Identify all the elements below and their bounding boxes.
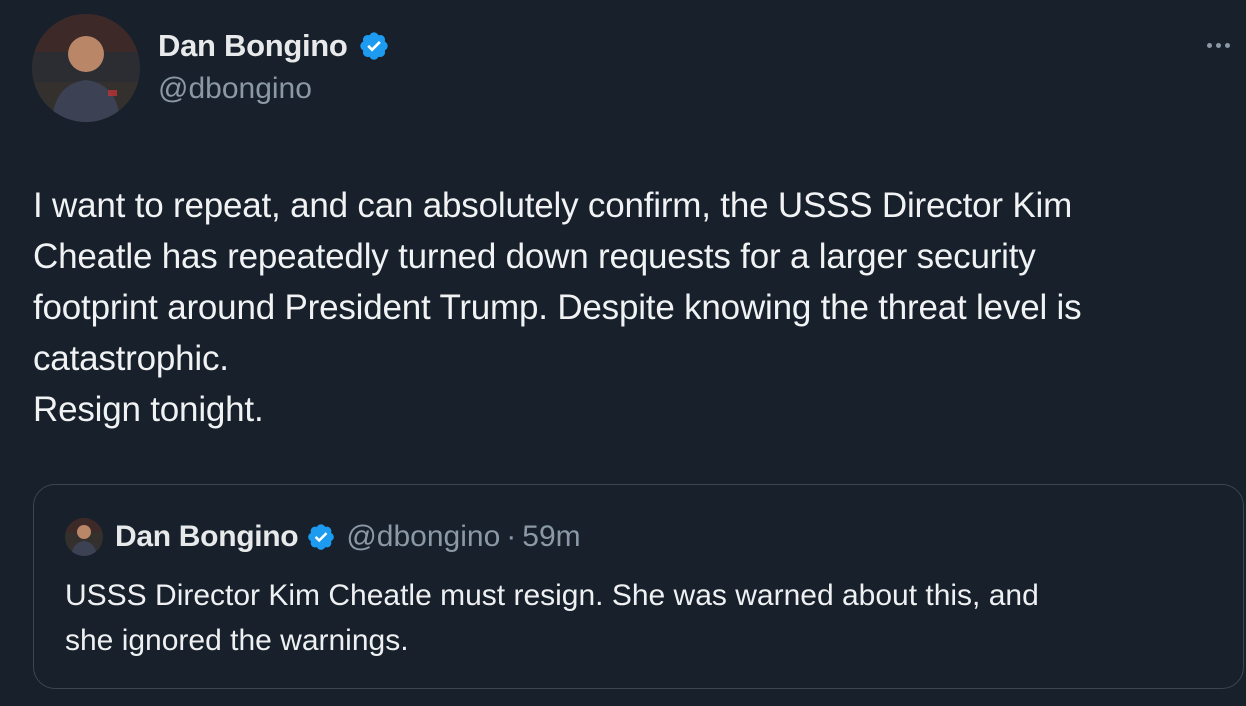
avatar-photo: [32, 14, 140, 122]
author-name-row: Dan Bongino: [158, 24, 390, 68]
quoted-text-line: she ignored the warnings.: [65, 624, 409, 657]
author-avatar[interactable]: [32, 14, 140, 122]
verified-badge-icon[interactable]: [358, 30, 390, 62]
author-display-name[interactable]: Dan Bongino: [158, 28, 348, 64]
tweet-text-line: I want to repeat, and can absolutely con…: [33, 186, 1073, 225]
quoted-text-line: USSS Director Kim Cheatle must resign. S…: [65, 579, 1039, 612]
quoted-author-display-name: Dan Bongino: [115, 520, 299, 553]
more-options-icon[interactable]: [1200, 30, 1236, 60]
avatar-photo: [65, 518, 103, 556]
tweet-text-line: catastrophic.: [33, 339, 229, 378]
quoted-tweet[interactable]: Dan Bongino @dbongino · 59m USSS Directo…: [33, 484, 1244, 689]
tweet-text-line: footprint around President Trump. Despit…: [33, 288, 1082, 327]
author-handle[interactable]: @dbongino: [158, 72, 312, 106]
separator-dot: ·: [506, 520, 517, 553]
tweet-text-line: Resign tonight.: [33, 390, 264, 429]
verified-badge-icon: [306, 522, 336, 552]
tweet-text: I want to repeat, and can absolutely con…: [33, 180, 1228, 435]
tweet-text-line: Cheatle has repeatedly turned down reque…: [33, 237, 1036, 276]
tweet-card: Dan Bongino @dbongino I want to repeat, …: [0, 0, 1246, 706]
quoted-author-avatar: [65, 518, 103, 556]
quoted-author-handle: @dbongino: [346, 520, 501, 553]
quoted-tweet-time: 59m: [522, 520, 581, 553]
quoted-tweet-text: USSS Director Kim Cheatle must resign. S…: [65, 573, 1215, 663]
quoted-tweet-header: Dan Bongino @dbongino · 59m: [65, 515, 581, 559]
